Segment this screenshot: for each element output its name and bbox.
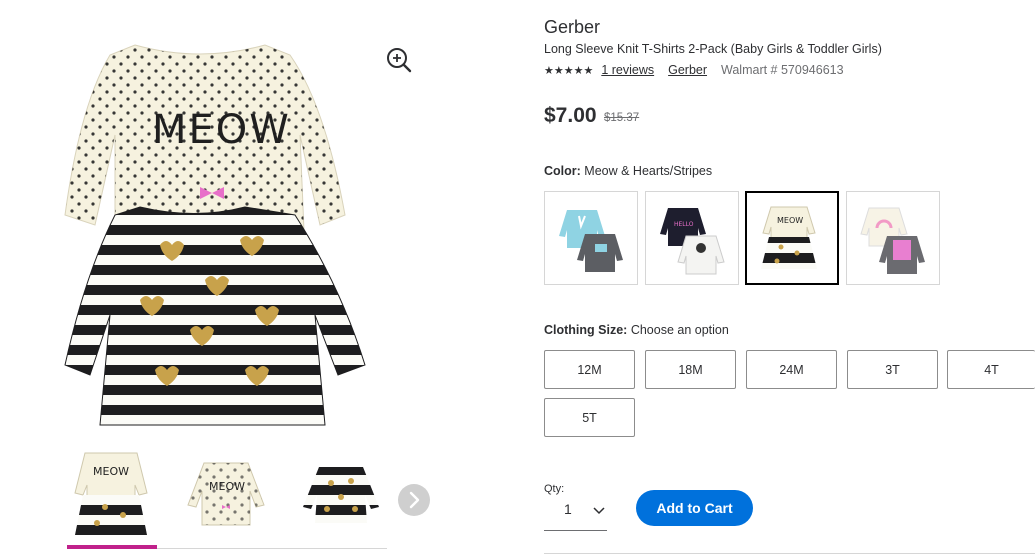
quantity-value: 1 xyxy=(564,501,572,517)
thumbnail-track xyxy=(157,548,387,549)
size-option-5t[interactable]: 5T xyxy=(544,398,635,437)
color-label-row: Color: Meow & Hearts/Stripes xyxy=(544,164,712,178)
color-swatch-rainbow-pink-gray[interactable] xyxy=(846,191,940,285)
section-divider xyxy=(544,553,1035,554)
quantity-select[interactable]: 1 xyxy=(544,497,607,531)
thumbnail-meow-and-stripes-pack[interactable]: MEOW xyxy=(67,445,155,545)
thumbnail-meow-dot-shirt[interactable]: MEOW xyxy=(182,445,270,545)
color-swatch-bunny-teal-gray[interactable] xyxy=(544,191,638,285)
size-value: Choose an option xyxy=(630,323,729,337)
svg-text:MEOW: MEOW xyxy=(777,216,803,225)
svg-text:HELLO: HELLO xyxy=(674,221,694,228)
product-meta-row: ★★★★★ 1 reviews Gerber Walmart # 5709466… xyxy=(544,63,844,77)
quantity-label: Qty: xyxy=(544,483,565,495)
product-title: Long Sleeve Knit T-Shirts 2-Pack (Baby G… xyxy=(544,42,882,56)
size-label-row: Clothing Size: Choose an option xyxy=(544,323,729,337)
add-to-cart-button[interactable]: Add to Cart xyxy=(636,490,753,526)
current-price: $7.00 xyxy=(544,104,597,127)
size-option-12m[interactable]: 12M xyxy=(544,350,635,389)
thumbnail-striped-hearts-shirt[interactable] xyxy=(297,445,385,545)
size-option-18m[interactable]: 18M xyxy=(645,350,736,389)
product-brand: Gerber xyxy=(544,17,601,37)
color-swatch-meow-hearts-stripes[interactable]: MEOW xyxy=(745,191,839,285)
color-label: Color: xyxy=(544,164,581,178)
size-option-24m[interactable]: 24M xyxy=(746,350,837,389)
svg-text:MEOW: MEOW xyxy=(152,107,291,153)
zoom-in-icon[interactable] xyxy=(383,44,415,76)
svg-text:MEOW: MEOW xyxy=(209,480,245,493)
size-option-4t[interactable]: 4T xyxy=(947,350,1035,389)
active-thumbnail-indicator xyxy=(67,545,157,549)
rating-stars: ★★★★★ xyxy=(544,64,594,77)
size-option-3t[interactable]: 3T xyxy=(847,350,938,389)
was-price: $15.37 xyxy=(604,112,640,124)
color-value: Meow & Hearts/Stripes xyxy=(584,164,713,178)
color-swatch-navy-cat-white[interactable]: HELLO xyxy=(645,191,739,285)
chevron-down-icon xyxy=(592,503,606,517)
chevron-right-icon[interactable] xyxy=(398,484,430,516)
reviews-link[interactable]: 1 reviews xyxy=(601,63,654,77)
item-number: Walmart # 570946613 xyxy=(721,63,844,77)
size-label: Clothing Size: xyxy=(544,323,628,337)
brand-link[interactable]: Gerber xyxy=(668,63,707,77)
svg-text:MEOW: MEOW xyxy=(93,465,129,478)
thumbnail-strip: MEOW MEOW xyxy=(67,445,387,550)
main-product-image: MEOW xyxy=(40,25,400,435)
